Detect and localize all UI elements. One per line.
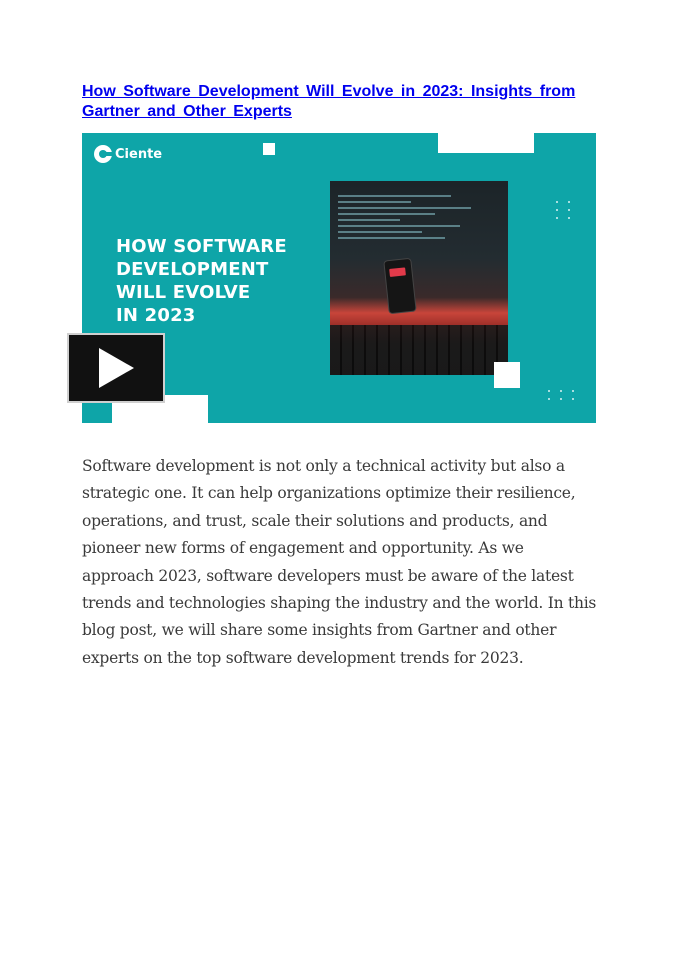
ciente-logo-icon bbox=[94, 145, 113, 163]
decor-square-photo-corner bbox=[494, 362, 520, 388]
article-body: Software development is not only a techn… bbox=[82, 457, 597, 667]
keyboard-image bbox=[330, 325, 508, 375]
brand-name: Ciente bbox=[115, 146, 163, 162]
headline-line-1: HOW SOFTWARE bbox=[116, 236, 287, 257]
video-play-button[interactable] bbox=[67, 333, 165, 403]
article-title-line-2[interactable]: Gartner and Other Experts bbox=[82, 102, 602, 122]
headline-line-2: DEVELOPMENT bbox=[116, 259, 269, 280]
decor-block-top bbox=[438, 133, 534, 153]
headline-line-3: WILL EVOLVE bbox=[116, 282, 251, 303]
brand-logo: Ciente bbox=[94, 145, 162, 163]
article-title-link[interactable]: How Software Development Will Evolve in … bbox=[82, 82, 602, 122]
decor-square bbox=[263, 143, 275, 155]
decor-dots-top bbox=[556, 201, 571, 219]
decor-dots-bottom bbox=[548, 390, 575, 400]
smartphone-image bbox=[383, 257, 417, 315]
play-icon bbox=[99, 348, 134, 388]
headline-line-4: IN 2023 bbox=[116, 305, 196, 326]
monitor-code-image bbox=[338, 191, 500, 261]
developer-desk-photo bbox=[330, 181, 508, 375]
banner-headline: HOW SOFTWARE DEVELOPMENT WILL EVOLVE IN … bbox=[116, 235, 287, 327]
article-title-line-1[interactable]: How Software Development Will Evolve in … bbox=[82, 82, 602, 102]
